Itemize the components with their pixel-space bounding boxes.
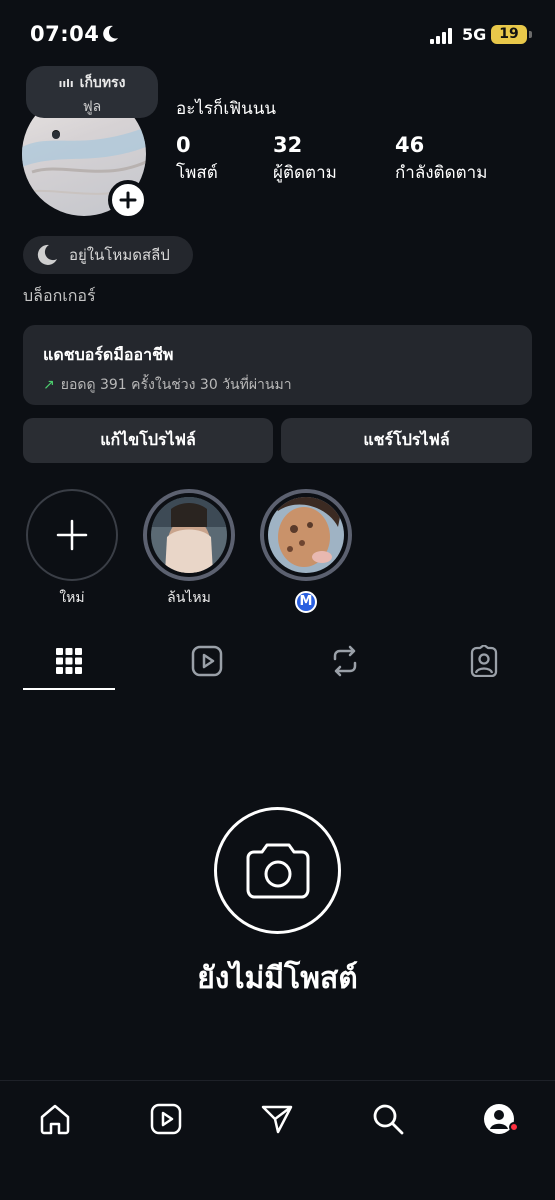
nav-messages[interactable] xyxy=(255,1097,299,1141)
stat-followers[interactable]: 32 ผู้ติดตาม xyxy=(273,133,337,186)
grid-icon xyxy=(56,648,82,674)
plus-icon xyxy=(56,519,88,551)
stat-label: ผู้ติดตาม xyxy=(273,163,337,183)
reposts-icon xyxy=(333,645,357,677)
highlight-new[interactable]: ใหม่ xyxy=(26,489,118,609)
professional-dashboard[interactable]: แดชบอร์ดมืออาชีพ ↗ ยอดดู 391 ครั้งในช่วง… xyxy=(23,325,532,405)
stat-label: โพสต์ xyxy=(176,163,218,183)
share-profile-button[interactable]: แชร์โปรไฟล์ xyxy=(281,418,532,463)
signal-icon xyxy=(430,28,452,44)
profile-tabs xyxy=(0,636,555,691)
active-tab-indicator xyxy=(23,688,115,690)
add-story-button[interactable] xyxy=(108,180,148,220)
highlight-badge: M xyxy=(295,591,317,613)
stat-label: กำลังติดตาม xyxy=(395,163,488,183)
plus-icon xyxy=(119,191,137,209)
highlight-label: ใหม่ xyxy=(59,590,85,606)
stat-posts[interactable]: 0 โพสต์ xyxy=(176,133,218,186)
sleep-mode-label: อยู่ในโหมดสลีป xyxy=(69,246,170,264)
bottom-navigation xyxy=(0,1080,555,1200)
highlight-label: M xyxy=(260,587,352,613)
tab-reels[interactable] xyxy=(161,636,253,686)
tab-reposts[interactable] xyxy=(299,636,391,686)
highlight-ring xyxy=(143,489,235,581)
empty-state-circle xyxy=(214,807,341,934)
reels-icon xyxy=(191,645,223,677)
battery-cap xyxy=(529,31,532,38)
moon-icon xyxy=(103,25,118,42)
sleep-mode-pill[interactable]: อยู่ในโหมดสลีป xyxy=(23,236,193,274)
highlight-cover-image xyxy=(151,497,227,573)
dashboard-views: ยอดดู 391 ครั้งในช่วง 30 วันที่ผ่านมา xyxy=(60,377,292,393)
profile-category: บล็อกเกอร์ xyxy=(23,286,96,305)
highlight-ring xyxy=(26,489,118,581)
note-line-2: ฟูล xyxy=(82,99,102,115)
note-line-1: ıılı เก็บทรง xyxy=(58,75,126,91)
stat-value: 0 xyxy=(176,133,191,157)
search-icon xyxy=(373,1104,404,1135)
stat-value: 32 xyxy=(273,133,303,157)
moon-icon xyxy=(37,244,57,265)
nav-search[interactable] xyxy=(366,1097,410,1141)
stat-value: 46 xyxy=(395,133,425,157)
highlight-cover-image xyxy=(268,497,344,573)
home-icon xyxy=(40,1104,70,1135)
status-time: 07:04 xyxy=(30,22,100,46)
dashboard-title: แดชบอร์ดมืออาชีพ xyxy=(43,345,174,364)
battery-indicator: 19 xyxy=(491,25,527,44)
tab-tagged[interactable] xyxy=(438,636,530,686)
audio-wave-icon: ıılı xyxy=(58,77,74,90)
trend-up-icon: ↗ xyxy=(43,377,55,393)
send-icon xyxy=(261,1105,293,1134)
dashboard-subtitle: ↗ ยอดดู 391 ครั้งในช่วง 30 วันที่ผ่านมา xyxy=(43,374,532,396)
note-bubble-tail xyxy=(52,131,60,139)
highlight-item[interactable]: M xyxy=(260,489,352,613)
nav-profile[interactable] xyxy=(477,1097,521,1141)
highlight-label: ล้นไหม xyxy=(167,590,211,606)
highlight-item[interactable]: ล้นไหม xyxy=(143,489,235,609)
notification-dot xyxy=(509,1122,519,1132)
empty-state-text: ยังไม่มีโพสต์ xyxy=(197,961,358,996)
network-type: 5G xyxy=(462,25,487,44)
camera-icon xyxy=(246,843,309,898)
profile-note-bubble[interactable]: ıılı เก็บทรง ฟูล xyxy=(26,66,158,118)
edit-profile-button[interactable]: แก้ไขโปรไฟล์ xyxy=(23,418,273,463)
display-name: อะไรก็เฟินนน xyxy=(176,99,277,119)
nav-reels[interactable] xyxy=(144,1097,188,1141)
stat-following[interactable]: 46 กำลังติดตาม xyxy=(395,133,487,186)
tagged-icon xyxy=(470,645,498,677)
nav-home[interactable] xyxy=(33,1097,77,1141)
reels-icon xyxy=(150,1103,182,1135)
status-bar: 07:04 5G 19 xyxy=(0,0,555,70)
tab-grid[interactable] xyxy=(23,636,115,686)
highlight-ring xyxy=(260,489,352,581)
